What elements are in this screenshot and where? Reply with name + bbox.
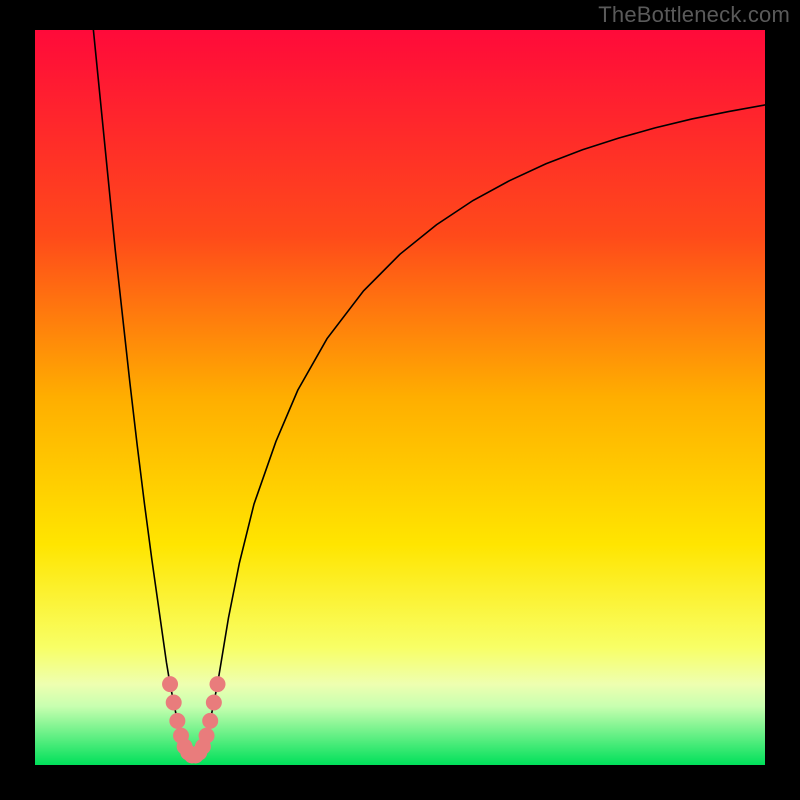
watermark-label: TheBottleneck.com [598,2,790,28]
gradient-rect [35,30,765,765]
marker-point [166,695,182,711]
marker-point [210,676,226,692]
chart-svg [35,30,765,765]
marker-point [202,713,218,729]
marker-point [206,695,222,711]
chart-frame: TheBottleneck.com [0,0,800,800]
plot-area [35,30,765,765]
marker-point [169,713,185,729]
marker-point [162,676,178,692]
marker-point [199,728,215,744]
